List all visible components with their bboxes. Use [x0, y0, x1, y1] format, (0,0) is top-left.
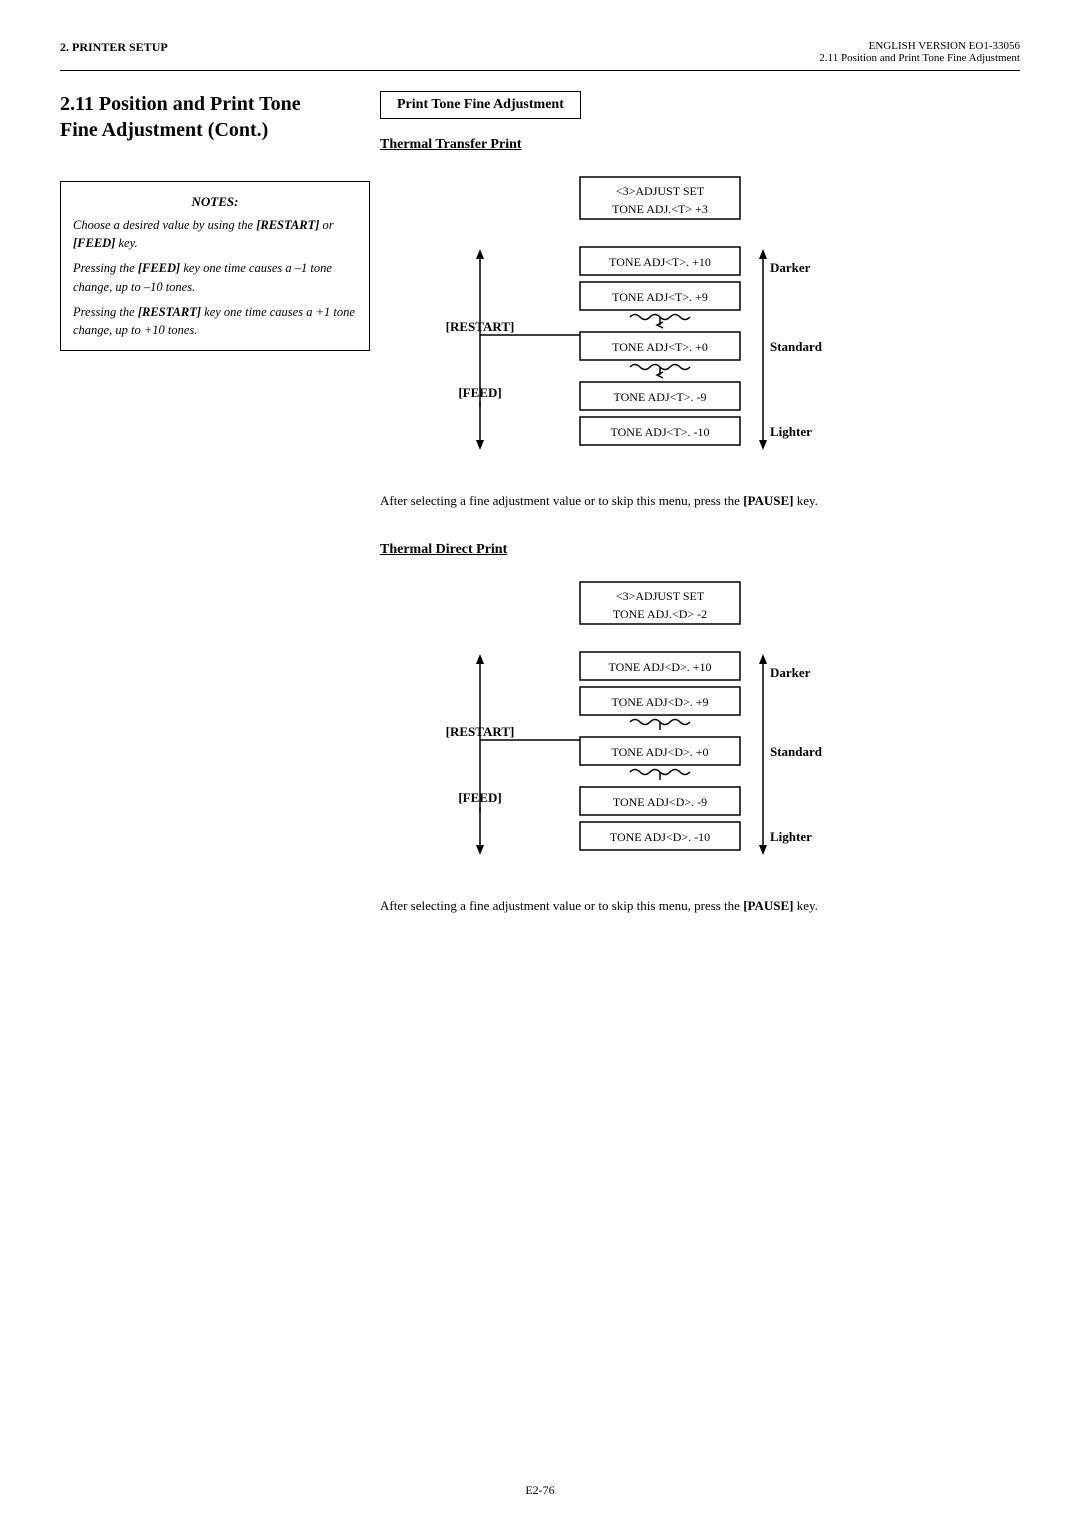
notes-line-1: Choose a desired value by using the [RES…: [73, 216, 357, 254]
thermal-transfer-svg: <3>ADJUST SET TONE ADJ.<T> +3 TONE ADJ<T…: [380, 167, 860, 477]
doc-version: ENGLISH VERSION EO1-33056: [819, 40, 1020, 52]
svg-text:Standard: Standard: [770, 339, 823, 354]
section-number: 2.11: [60, 93, 99, 115]
svg-text:TONE ADJ<T>. -9: TONE ADJ<T>. -9: [614, 390, 707, 404]
pause-key-2: [PAUSE]: [743, 898, 793, 913]
svg-text:TONE ADJ<D>. +10: TONE ADJ<D>. +10: [608, 660, 711, 674]
header-section: 2. PRINTER SETUP: [60, 40, 168, 55]
pause-key-1: [PAUSE]: [743, 493, 793, 508]
notes-line-2: Pressing the [FEED] key one time causes …: [73, 259, 357, 297]
svg-text:Lighter: Lighter: [770, 424, 812, 439]
notes-box: NOTES: Choose a desired value by using t…: [60, 181, 370, 351]
svg-text:TONE ADJ<T>. +9: TONE ADJ<T>. +9: [612, 290, 708, 304]
page-header: 2. PRINTER SETUP ENGLISH VERSION EO1-330…: [60, 40, 1020, 71]
notes-title: NOTES:: [73, 192, 357, 212]
svg-text:Darker: Darker: [770, 665, 811, 680]
svg-text:Standard: Standard: [770, 744, 823, 759]
page-number: E2-76: [525, 1483, 554, 1497]
notes-line-3: Pressing the [RESTART] key one time caus…: [73, 303, 357, 341]
after-text-1: After selecting a fine adjustment value …: [380, 491, 1020, 512]
page: 2. PRINTER SETUP ENGLISH VERSION EO1-330…: [0, 0, 1080, 1528]
section-title: 2.11 Position and Print Tone Fine Adjust…: [60, 91, 340, 143]
header-right: ENGLISH VERSION EO1-33056 2.11 Position …: [819, 40, 1020, 64]
thermal-direct-svg: <3>ADJUST SET TONE ADJ.<D> -2 TONE ADJ<D…: [380, 572, 860, 882]
svg-text:TONE ADJ.<T> +3: TONE ADJ.<T> +3: [612, 202, 708, 216]
ptfa-box-label: Print Tone Fine Adjustment: [380, 91, 581, 119]
svg-text:TONE ADJ<D>. -10: TONE ADJ<D>. -10: [610, 830, 710, 844]
svg-text:Lighter: Lighter: [770, 829, 812, 844]
svg-text:TONE ADJ<D>. +0: TONE ADJ<D>. +0: [611, 745, 708, 759]
page-footer: E2-76: [0, 1483, 1080, 1498]
svg-text:TONE ADJ.<D> -2: TONE ADJ.<D> -2: [613, 607, 707, 621]
thermal-transfer-heading: Thermal Transfer Print: [380, 137, 1020, 153]
doc-section-ref: 2.11 Position and Print Tone Fine Adjust…: [819, 52, 1020, 64]
svg-text:TONE ADJ<T>. +10: TONE ADJ<T>. +10: [609, 255, 711, 269]
left-column: 2.11 Position and Print Tone Fine Adjust…: [60, 91, 370, 947]
svg-text:<3>ADJUST SET: <3>ADJUST SET: [616, 184, 705, 198]
svg-text:TONE ADJ<D>. -9: TONE ADJ<D>. -9: [613, 795, 707, 809]
after-text-2: After selecting a fine adjustment value …: [380, 896, 1020, 917]
svg-text:TONE ADJ<T>. -10: TONE ADJ<T>. -10: [611, 425, 710, 439]
thermal-transfer-diagram: <3>ADJUST SET TONE ADJ.<T> +3 TONE ADJ<T…: [380, 167, 1020, 481]
right-column: Print Tone Fine Adjustment Thermal Trans…: [370, 91, 1020, 947]
svg-text:TONE ADJ<D>. +9: TONE ADJ<D>. +9: [611, 695, 708, 709]
svg-text:TONE ADJ<T>. +0: TONE ADJ<T>. +0: [612, 340, 708, 354]
thermal-direct-heading: Thermal Direct Print: [380, 542, 1020, 558]
svg-text:<3>ADJUST SET: <3>ADJUST SET: [616, 589, 705, 603]
svg-text:Darker: Darker: [770, 260, 811, 275]
thermal-direct-diagram: <3>ADJUST SET TONE ADJ.<D> -2 TONE ADJ<D…: [380, 572, 1020, 886]
